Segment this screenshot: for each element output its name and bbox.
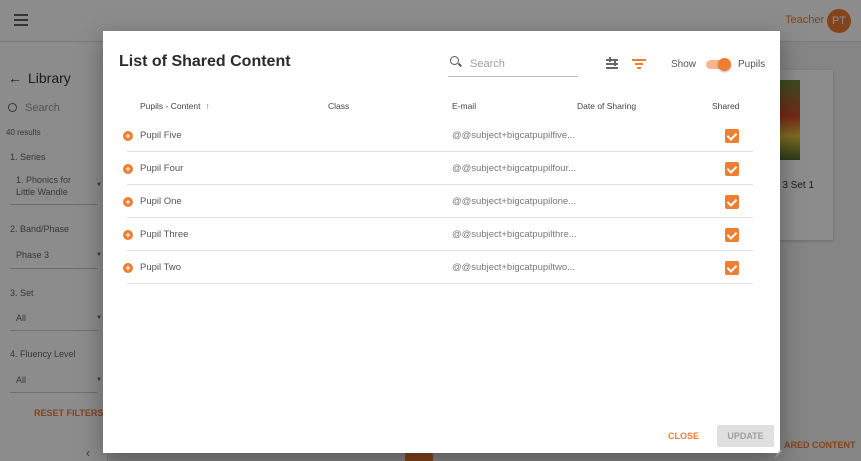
add-icon[interactable]: + (123, 197, 133, 207)
table-row[interactable]: + Pupil Two @@subject+bigcatpupiltwo... (123, 251, 753, 284)
shared-content-dialog: List of Shared Content Show Pupils Pupil… (103, 31, 783, 458)
search-icon (450, 56, 459, 65)
show-label: Show (671, 59, 697, 70)
pupil-email: @@subject+bigcatpupilthre... (452, 229, 577, 240)
pupil-name: Pupil Three (140, 229, 189, 240)
column-header-shared[interactable]: Shared (712, 101, 739, 111)
table-row[interactable]: + Pupil Four @@subject+bigcatpupilfour..… (123, 152, 753, 185)
shared-checkbox[interactable] (725, 162, 739, 176)
column-header-email[interactable]: E-mail (452, 101, 476, 111)
pupils-toggle[interactable] (706, 58, 731, 71)
column-header-class[interactable]: Class (328, 101, 349, 111)
pupil-email: @@subject+bigcatpupiltwo... (452, 262, 576, 273)
dialog-search[interactable] (448, 53, 578, 77)
column-header-date[interactable]: Date of Sharing (577, 101, 636, 111)
pupil-name: Pupil Five (140, 130, 182, 141)
close-button[interactable]: CLOSE (668, 431, 699, 441)
toggle-thumb (718, 58, 731, 71)
resize-handle-icon[interactable] (773, 443, 783, 458)
shared-checkbox[interactable] (725, 129, 739, 143)
add-icon[interactable]: + (123, 263, 133, 273)
shared-checkbox[interactable] (725, 261, 739, 275)
pupil-email: @@subject+bigcatpupilone... (452, 196, 577, 207)
search-input[interactable] (470, 54, 574, 74)
shared-checkbox[interactable] (725, 195, 739, 209)
add-icon[interactable]: + (123, 164, 133, 174)
sort-arrow-icon[interactable]: ↑ (205, 101, 209, 111)
pupil-name: Pupil One (140, 196, 182, 207)
tune-icon[interactable] (606, 57, 618, 70)
table-row[interactable]: + Pupil Five @@subject+bigcatpupilfive..… (123, 119, 753, 152)
pupil-email: @@subject+bigcatpupilfour... (452, 163, 577, 174)
table-row[interactable]: + Pupil Three @@subject+bigcatpupilthre.… (123, 218, 753, 251)
column-header-pupil-label: Pupils - Content (140, 101, 201, 111)
update-button[interactable]: UPDATE (717, 425, 774, 447)
table-row[interactable]: + Pupil One @@subject+bigcatpupilone... (123, 185, 753, 218)
toggle-label: Pupils (738, 59, 766, 70)
column-header-pupil[interactable]: Pupils - Content ↑ (140, 101, 210, 111)
pupil-name: Pupil Two (140, 262, 182, 273)
add-icon[interactable]: + (123, 131, 133, 141)
add-icon[interactable]: + (123, 230, 133, 240)
pupil-name: Pupil Four (140, 163, 184, 174)
shared-checkbox[interactable] (725, 228, 739, 242)
dialog-title: List of Shared Content (119, 53, 291, 70)
pupil-email: @@subject+bigcatpupilfive... (452, 130, 576, 141)
filter-icon[interactable] (632, 58, 646, 70)
